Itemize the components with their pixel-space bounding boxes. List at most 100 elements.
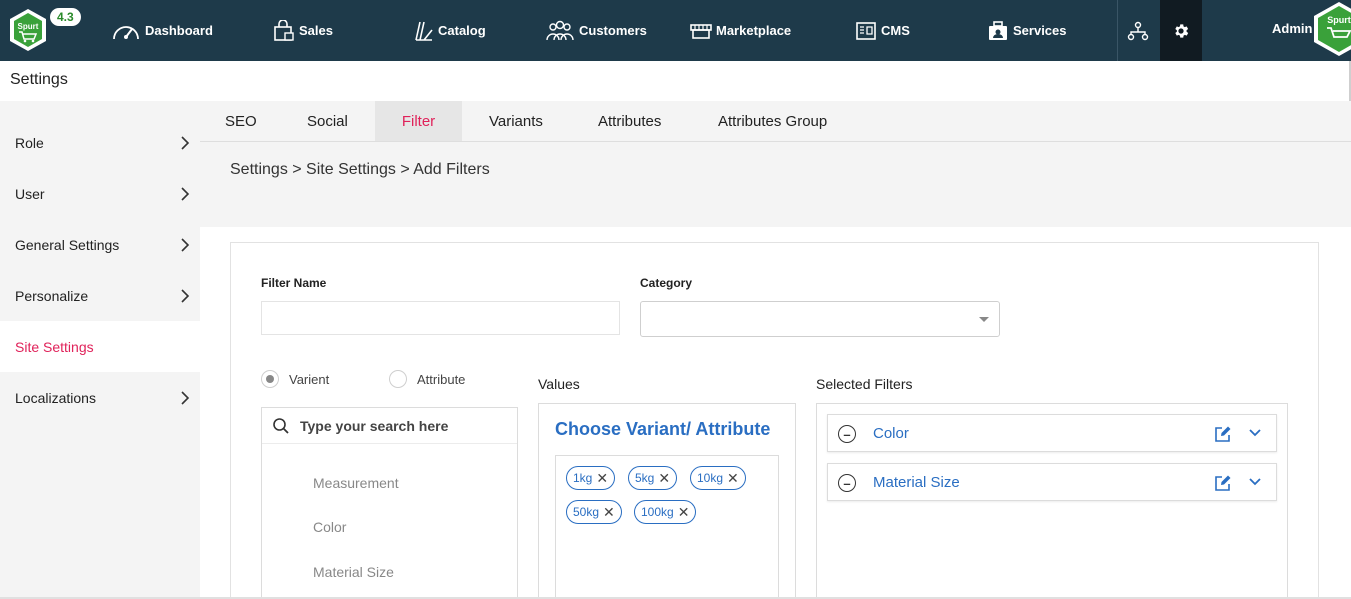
- option-search-panel: Type your search here Measurement Color …: [261, 407, 518, 599]
- close-icon[interactable]: ✕: [603, 505, 615, 519]
- sidebar-item-label: Localizations: [15, 389, 96, 406]
- remove-icon[interactable]: –: [838, 474, 856, 492]
- category-select[interactable]: [640, 301, 1000, 337]
- radio-varient[interactable]: Varient: [261, 370, 329, 388]
- speedometer-icon: [113, 25, 139, 39]
- chip-label: 50kg: [573, 505, 600, 519]
- avatar[interactable]: Spurt: [1313, 1, 1351, 57]
- option-material-size[interactable]: Material Size: [313, 564, 394, 580]
- nav-services[interactable]: Services: [987, 0, 1067, 61]
- tab-seo[interactable]: SEO: [225, 101, 257, 141]
- category-label: Category: [640, 276, 693, 290]
- page-title: Settings: [10, 71, 68, 88]
- chevron-right-icon: [181, 288, 190, 303]
- search-placeholder: Type your search here: [300, 417, 449, 434]
- admin-username[interactable]: Admin: [1272, 21, 1312, 36]
- filter-name-input[interactable]: [261, 301, 620, 335]
- radio-attribute-label: Attribute: [417, 371, 466, 387]
- selected-filters-label: Selected Filters: [816, 376, 913, 392]
- settings-button[interactable]: [1160, 0, 1202, 61]
- chevron-right-icon: [181, 186, 190, 201]
- sidebar-item-site-settings[interactable]: Site Settings: [0, 321, 200, 372]
- radio-attribute-circle[interactable]: [389, 370, 407, 388]
- avatar-text: Spurt: [1327, 15, 1351, 25]
- sidebar-item-general-settings[interactable]: General Settings: [0, 219, 200, 270]
- nav-marketplace[interactable]: Marketplace: [690, 0, 791, 61]
- chips-container: 1kg ✕ 5kg ✕ 10kg ✕ 50kg ✕ 100kg ✕: [555, 455, 779, 599]
- catalog-icon: [415, 21, 433, 41]
- tab-social[interactable]: Social: [307, 101, 348, 141]
- chip-100kg[interactable]: 100kg ✕: [634, 500, 697, 524]
- services-icon: [989, 20, 1007, 40]
- main-content: SEO Social Filter Variants Attributes At…: [200, 101, 1351, 599]
- radio-varient-circle[interactable]: [261, 370, 279, 388]
- nav-cms[interactable]: CMS: [855, 0, 910, 61]
- chip-label: 5kg: [635, 471, 655, 485]
- values-title: Choose Variant/ Attribute: [555, 419, 771, 439]
- tab-attributes[interactable]: Attributes: [598, 101, 661, 141]
- chevron-down-icon[interactable]: [1248, 426, 1262, 440]
- sidebar-item-role[interactable]: Role: [0, 117, 200, 168]
- tab-filter[interactable]: Filter: [375, 101, 462, 141]
- chip-label: 100kg: [641, 505, 674, 519]
- remove-icon[interactable]: –: [838, 425, 856, 443]
- chip-1kg[interactable]: 1kg ✕: [566, 466, 616, 490]
- nav-catalog[interactable]: Catalog: [414, 0, 486, 61]
- close-icon[interactable]: ✕: [678, 505, 690, 519]
- selected-filter-name: Material Size: [873, 473, 960, 491]
- nav-customers[interactable]: Customers: [545, 0, 647, 61]
- nav-label: Catalog: [438, 23, 486, 38]
- chevron-down-icon[interactable]: [1248, 475, 1262, 489]
- hierarchy-icon: [1127, 21, 1149, 40]
- version-badge: 4.3: [50, 8, 81, 26]
- radio-varient-label: Varient: [289, 371, 330, 387]
- users-icon: [546, 20, 574, 40]
- sidebar-item-localizations[interactable]: Localizations: [0, 372, 200, 423]
- chip-5kg[interactable]: 5kg ✕: [628, 466, 678, 490]
- sidebar-item-label: Site Settings: [15, 338, 94, 355]
- sidebar-item-label: User: [15, 185, 45, 202]
- radio-attribute[interactable]: Attribute: [389, 370, 465, 388]
- sidebar-item-label: Personalize: [15, 287, 89, 304]
- chevron-right-icon: [181, 237, 190, 252]
- close-icon[interactable]: ✕: [596, 471, 608, 485]
- sidebar-item-label: General Settings: [15, 236, 120, 253]
- tab-attributes-group[interactable]: Attributes Group: [718, 101, 827, 141]
- search-icon: [273, 417, 289, 434]
- chip-10kg[interactable]: 10kg ✕: [690, 466, 746, 490]
- close-icon[interactable]: ✕: [727, 471, 739, 485]
- edit-icon[interactable]: [1214, 474, 1232, 492]
- sidebar-item-personalize[interactable]: Personalize: [0, 270, 200, 321]
- logo-text: Spurt: [18, 22, 39, 31]
- selected-filter-color[interactable]: – Color: [827, 414, 1277, 452]
- chevron-right-icon: [181, 135, 190, 150]
- option-measurement[interactable]: Measurement: [313, 475, 399, 491]
- settings-tabs: SEO Social Filter Variants Attributes At…: [200, 101, 1351, 142]
- nav-sales[interactable]: Sales: [273, 0, 333, 61]
- selected-filter-name: Color: [873, 424, 909, 442]
- search-input[interactable]: Type your search here: [262, 408, 517, 444]
- sidebar-item-user[interactable]: User: [0, 168, 200, 219]
- nav-label: Dashboard: [145, 23, 213, 38]
- gear-icon: [1175, 23, 1189, 38]
- settings-sidebar: Role User General Settings Personalize S…: [0, 101, 200, 599]
- nav-label: Customers: [579, 23, 647, 38]
- edit-icon[interactable]: [1214, 425, 1232, 443]
- spurt-logo[interactable]: Spurt: [8, 8, 48, 52]
- nav-label: Sales: [299, 23, 333, 38]
- tab-variants[interactable]: Variants: [489, 101, 543, 141]
- filter-name-label: Filter Name: [261, 276, 327, 290]
- org-tree-button[interactable]: [1118, 0, 1158, 61]
- chip-50kg[interactable]: 50kg ✕: [566, 500, 622, 524]
- selected-filter-material-size[interactable]: – Material Size: [827, 463, 1277, 501]
- top-navbar: Spurt 4.3 Dashboard Sales Catalog Custom…: [0, 0, 1351, 61]
- sidebar-item-label: Role: [15, 134, 44, 151]
- close-icon[interactable]: ✕: [658, 471, 670, 485]
- chevron-right-icon: [181, 390, 190, 405]
- chip-label: 1kg: [573, 471, 593, 485]
- option-color[interactable]: Color: [313, 519, 346, 535]
- store-icon: [690, 23, 712, 39]
- nav-dashboard[interactable]: Dashboard: [111, 0, 213, 61]
- caret-down-icon: [979, 317, 989, 322]
- nav-label: Marketplace: [716, 23, 792, 38]
